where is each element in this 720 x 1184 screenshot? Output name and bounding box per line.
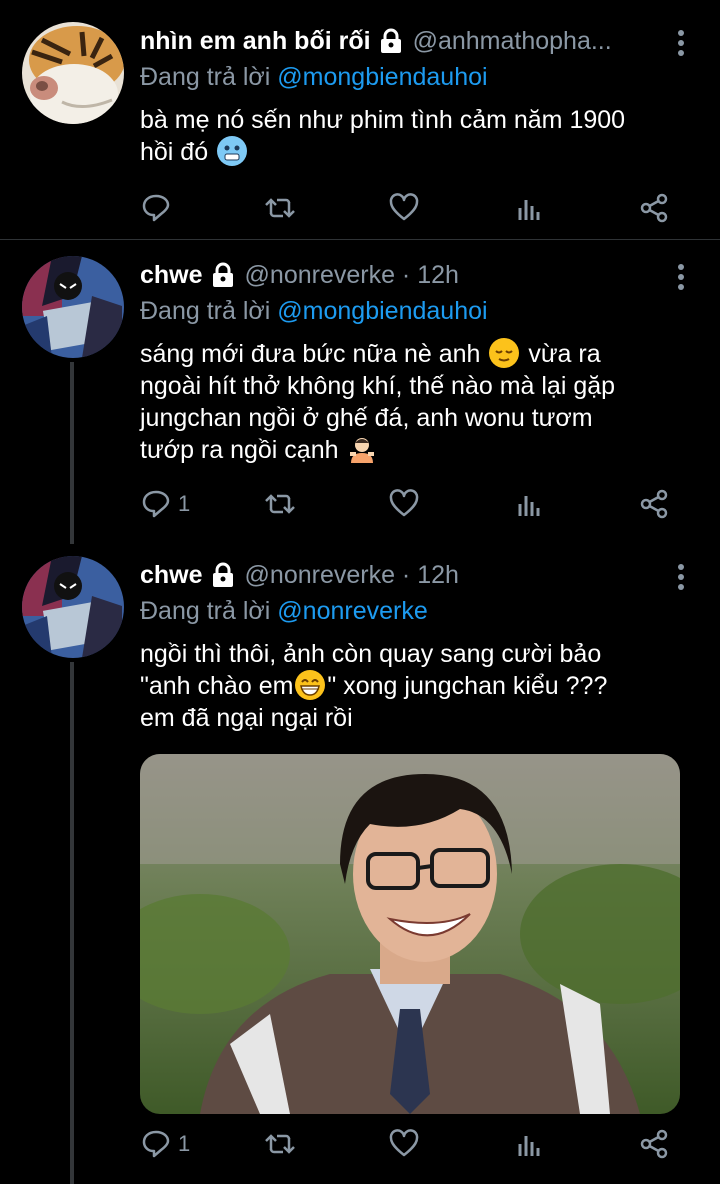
analytics-button[interactable] xyxy=(514,1124,546,1164)
text-line-with-emoji: "anh chào em " xong jungchan kiểu ??? xyxy=(140,670,680,702)
share-button[interactable] xyxy=(638,188,670,228)
tweet-1[interactable]: nhìn em anh bối rối @anhmathopha... Đang… xyxy=(0,0,720,240)
text-line-with-emoji: sáng mới đưa bức nữa nè anh vừa ra xyxy=(140,338,680,370)
like-button[interactable] xyxy=(388,1124,420,1164)
tweet-header: chwe @nonreverke · 12h xyxy=(140,258,680,292)
text-line: em đã ngại ngại rồi xyxy=(140,704,353,732)
tweet-3[interactable]: chwe @nonreverke · 12h Đang trả lời @non… xyxy=(0,540,720,1184)
tweet-header: nhìn em anh bối rối @anhmathopha... xyxy=(140,24,680,58)
share-icon xyxy=(640,1129,668,1159)
reply-button[interactable]: 1 xyxy=(140,484,190,524)
tweet-text: bà mẹ nó sến như phim tình cảm năm 1900 … xyxy=(140,104,680,168)
share-icon xyxy=(640,489,668,519)
text-line: vừa ra xyxy=(528,340,601,368)
text-line: ngồi thì thôi, ảnh còn quay sang cười bả… xyxy=(140,640,602,668)
like-button[interactable] xyxy=(388,188,420,228)
grinning-face-emoji xyxy=(295,670,326,700)
retweet-icon xyxy=(265,494,295,514)
text-line: "anh chào em xyxy=(140,672,294,700)
reply-prefix: Đang trả lời xyxy=(140,597,271,625)
reply-button[interactable] xyxy=(140,188,172,228)
display-name[interactable]: chwe xyxy=(140,561,203,590)
tweet-text: ngồi thì thôi, ảnh còn quay sang cười bả… xyxy=(140,638,680,734)
tweet-actions xyxy=(140,188,680,228)
heart-icon xyxy=(389,193,419,221)
lock-icon xyxy=(211,262,235,288)
more-options-icon[interactable] xyxy=(676,264,686,294)
more-options-icon[interactable] xyxy=(676,564,686,594)
retweet-icon xyxy=(265,1134,295,1154)
text-line: ngoài hít thở không khí, thế nào mà lại … xyxy=(140,372,616,400)
reply-icon xyxy=(142,1130,170,1158)
text-line-with-emoji: hồi đó xyxy=(140,136,680,168)
heart-icon xyxy=(389,489,419,517)
reply-prefix: Đang trả lời xyxy=(140,297,271,325)
avatar-comic[interactable] xyxy=(22,256,124,358)
retweet-button[interactable] xyxy=(264,1124,296,1164)
analytics-icon xyxy=(518,1136,540,1156)
analytics-button[interactable] xyxy=(514,484,546,524)
reply-count: 1 xyxy=(178,1131,191,1156)
tweet-actions: 1 xyxy=(140,484,680,524)
text-line-with-emoji: tướp ra ngồi cạnh xyxy=(140,434,680,466)
reply-button[interactable]: 1 xyxy=(140,1124,190,1164)
tweet-photo[interactable] xyxy=(140,754,680,1114)
text-line: hồi đó xyxy=(140,138,209,166)
relieved-face-emoji xyxy=(489,338,520,368)
reply-context: Đang trả lời @nonreverke xyxy=(140,594,680,628)
tweet-2[interactable]: chwe @nonreverke · 12h Đang trả lời @mon… xyxy=(0,240,720,540)
avatar-comic[interactable] xyxy=(22,556,124,658)
lock-icon xyxy=(379,28,403,54)
avatar-tiger[interactable] xyxy=(22,22,124,124)
share-icon xyxy=(640,193,668,223)
reply-mention[interactable]: @mongbiendauhoi xyxy=(277,297,487,325)
reply-mention[interactable]: @nonreverke xyxy=(277,597,427,625)
reply-icon xyxy=(142,194,170,222)
user-handle[interactable]: @nonreverke · 12h xyxy=(245,261,459,290)
display-name[interactable]: nhìn em anh bối rối xyxy=(140,27,371,56)
lock-icon xyxy=(211,562,235,588)
user-handle[interactable]: @anhmathopha... xyxy=(413,27,612,56)
reply-count: 1 xyxy=(178,491,191,516)
person-pouting-emoji xyxy=(347,434,377,464)
text-line: sáng mới đưa bức nữa nè anh xyxy=(140,340,481,368)
reply-context: Đang trả lời @mongbiendauhoi xyxy=(140,60,680,94)
reply-prefix: Đang trả lời xyxy=(140,63,271,91)
analytics-button[interactable] xyxy=(514,188,546,228)
user-handle[interactable]: @nonreverke · 12h xyxy=(245,561,459,590)
text-line: " xong jungchan kiểu ??? xyxy=(327,672,608,700)
retweet-button[interactable] xyxy=(264,484,296,524)
retweet-icon xyxy=(265,198,295,218)
analytics-icon xyxy=(518,200,540,220)
cold-face-emoji xyxy=(217,136,248,166)
text-line: bà mẹ nó sến như phim tình cảm năm 1900 xyxy=(140,106,626,134)
reply-context: Đang trả lời @mongbiendauhoi xyxy=(140,294,680,328)
tweet-actions: 1 xyxy=(140,1124,680,1164)
retweet-button[interactable] xyxy=(264,188,296,228)
photo-smiling-person xyxy=(140,754,680,1114)
share-button[interactable] xyxy=(638,1124,670,1164)
text-line: jungchan ngồi ở ghế đá, anh wonu tươm xyxy=(140,404,593,432)
tweet-text: sáng mới đưa bức nữa nè anh vừa ra ngoài… xyxy=(140,338,680,466)
more-options-icon[interactable] xyxy=(676,30,686,60)
heart-icon xyxy=(389,1129,419,1157)
display-name[interactable]: chwe xyxy=(140,261,203,290)
share-button[interactable] xyxy=(638,484,670,524)
reply-icon xyxy=(142,490,170,518)
like-button[interactable] xyxy=(388,484,420,524)
reply-mention[interactable]: @mongbiendauhoi xyxy=(277,63,487,91)
analytics-icon xyxy=(518,496,540,516)
text-line: tướp ra ngồi cạnh xyxy=(140,436,339,464)
tweet-header: chwe @nonreverke · 12h xyxy=(140,558,680,592)
